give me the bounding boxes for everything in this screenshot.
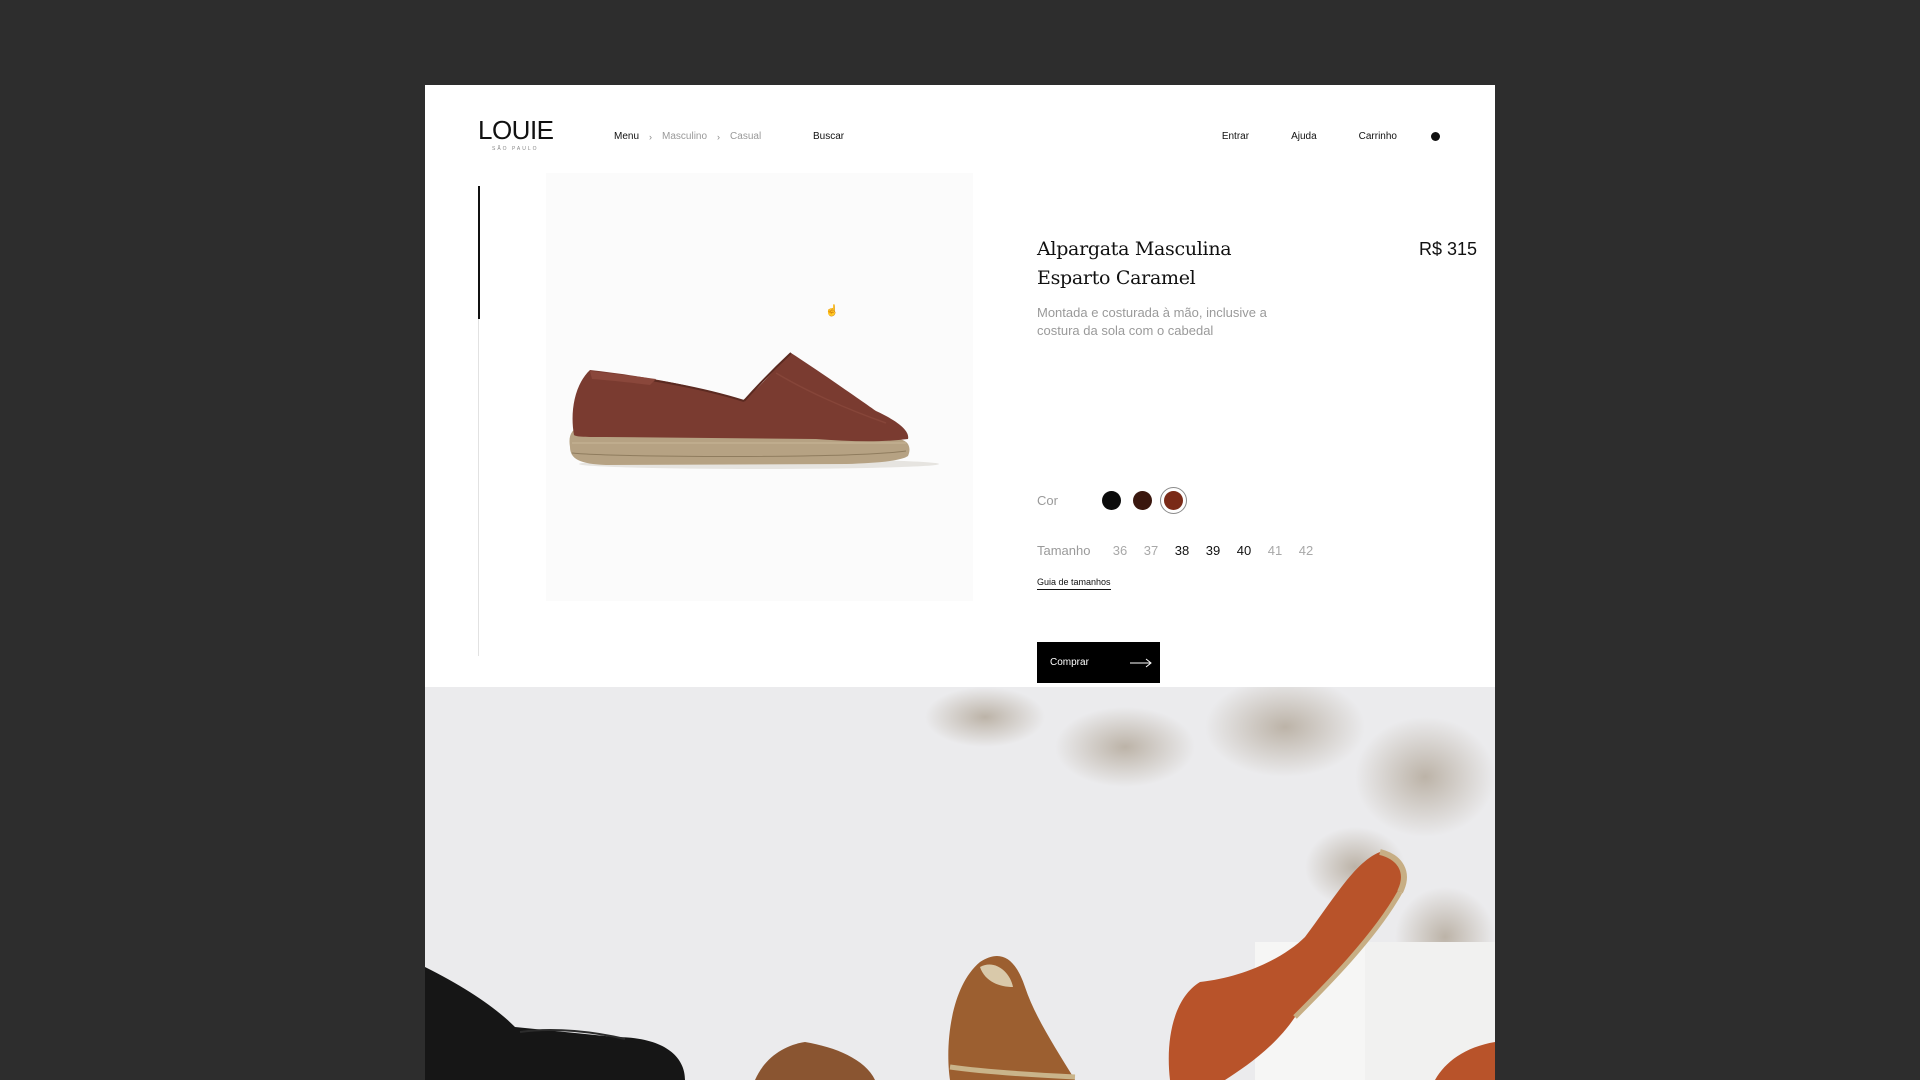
size-selector: Tamanho 36 37 38 39 40 41 42: [1037, 543, 1321, 558]
color-selector: Cor: [1037, 487, 1187, 514]
size-guide-link[interactable]: Guia de tamanhos: [1037, 577, 1111, 590]
gallery-scroll-indicator[interactable]: [478, 186, 480, 319]
color-option-caramel[interactable]: [1159, 487, 1187, 514]
arrow-right-icon: [1130, 658, 1152, 667]
size-option-38[interactable]: 38: [1166, 543, 1197, 558]
help-link[interactable]: Ajuda: [1291, 131, 1317, 142]
product-info: Alpargata Masculina Esparto Caramel R$ 3…: [1037, 235, 1477, 683]
brand-tagline: SÃO PAULO: [492, 146, 539, 152]
size-label: Tamanho: [1037, 543, 1091, 558]
size-option-36[interactable]: 36: [1104, 543, 1135, 558]
gallery-scroll-rail[interactable]: [478, 186, 480, 656]
color-swatch[interactable]: [1163, 491, 1183, 510]
color-label: Cor: [1037, 493, 1058, 508]
color-swatch[interactable]: [1101, 491, 1121, 510]
product-page: LOUIE SÃO PAULO Menu › Masculino › Casua…: [425, 85, 1495, 1080]
dot-icon: [1431, 132, 1440, 141]
size-option-40[interactable]: 40: [1228, 543, 1259, 558]
buy-button-label: Comprar: [1050, 657, 1089, 668]
product-image[interactable]: ☝: [546, 173, 973, 601]
size-option-42[interactable]: 42: [1290, 543, 1321, 558]
color-swatch[interactable]: [1132, 491, 1152, 510]
color-option-dark-brown[interactable]: [1129, 487, 1156, 514]
size-option-39[interactable]: 39: [1197, 543, 1228, 558]
breadcrumb-menu[interactable]: Menu: [614, 131, 639, 142]
lifestyle-photo: [425, 687, 1495, 1080]
chevron-right-icon: ›: [649, 131, 653, 142]
espadrille-illustration: [569, 352, 939, 469]
top-nav: Entrar Ajuda Carrinho: [1222, 131, 1440, 142]
brand-logo[interactable]: LOUIE SÃO PAULO: [478, 117, 558, 152]
login-link[interactable]: Entrar: [1222, 131, 1249, 142]
product-price: R$ 315: [1418, 239, 1477, 259]
chevron-right-icon: ›: [717, 131, 721, 142]
lifestyle-banner-image: [425, 687, 1495, 1080]
size-option-37[interactable]: 37: [1135, 543, 1166, 558]
hand-pointer-icon: ☝: [825, 305, 839, 317]
size-option-41[interactable]: 41: [1259, 543, 1290, 558]
breadcrumb-casual[interactable]: Casual: [730, 131, 761, 142]
breadcrumb: Menu › Masculino › Casual: [614, 131, 761, 142]
cart-link[interactable]: Carrinho: [1359, 131, 1397, 142]
buy-button[interactable]: Comprar: [1037, 642, 1160, 683]
search-link[interactable]: Buscar: [813, 131, 844, 142]
breadcrumb-masculino[interactable]: Masculino: [662, 131, 707, 142]
product-title: Alpargata Masculina Esparto Caramel: [1037, 238, 1232, 289]
brand-name: LOUIE: [478, 115, 554, 145]
product-description: Montada e costurada à mão, inclusive a c…: [1037, 305, 1267, 338]
color-option-black[interactable]: [1098, 487, 1125, 514]
